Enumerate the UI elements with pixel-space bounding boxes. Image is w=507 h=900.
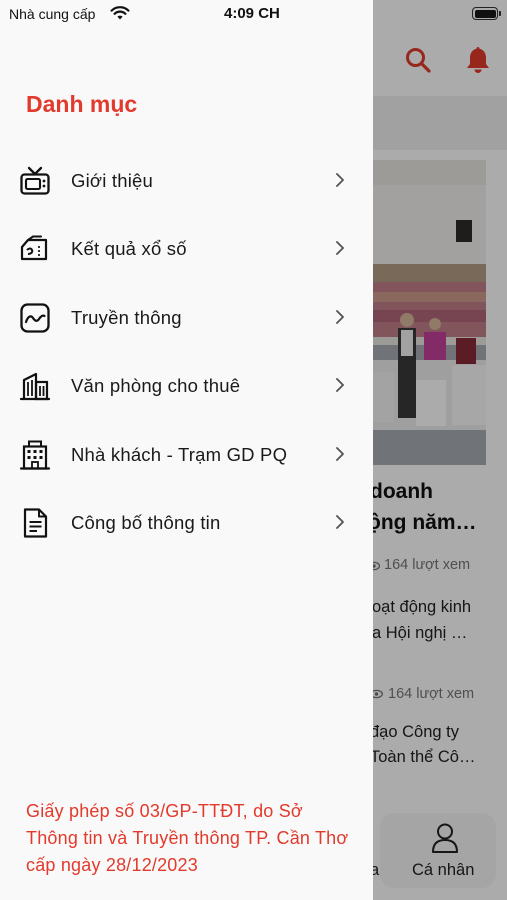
menu-item-label: Truyền thông xyxy=(71,307,182,328)
side-drawer: Danh mục Giới thiệu Kết quả xổ số Truyền… xyxy=(0,0,373,900)
menu-item-label: Kết quả xổ số xyxy=(71,238,187,259)
battery-icon xyxy=(472,7,501,20)
menu-item-nha-khach[interactable]: Nhà khách - Trạm GD PQ xyxy=(0,421,373,489)
lottery-ticket-icon xyxy=(20,235,48,261)
guesthouse-building-icon xyxy=(19,440,51,470)
chevron-right-icon xyxy=(336,515,344,529)
menu-item-truyen-thong[interactable]: Truyền thông xyxy=(0,284,373,352)
chevron-right-icon xyxy=(336,447,344,461)
carrier-label: Nhà cung cấp xyxy=(9,6,96,22)
clock: 4:09 CH xyxy=(224,5,280,22)
media-icon xyxy=(20,303,50,333)
status-bar: Nhà cung cấp 4:09 CH xyxy=(0,0,507,30)
menu-item-cong-bo-thong-tin[interactable]: Công bố thông tin xyxy=(0,489,373,557)
menu-item-label: Giới thiệu xyxy=(71,170,153,191)
menu-item-label: Văn phòng cho thuê xyxy=(71,375,241,396)
license-text: Giấy phép số 03/GP-TTĐT, do Sở Thông tin… xyxy=(26,801,349,875)
chevron-right-icon xyxy=(336,310,344,324)
menu-item-van-phong-cho-thue[interactable]: Văn phòng cho thuê xyxy=(0,352,373,420)
tv-icon xyxy=(20,166,50,195)
menu-item-gioi-thieu[interactable]: Giới thiệu xyxy=(0,147,373,215)
office-building-icon xyxy=(19,372,51,401)
document-icon xyxy=(23,508,48,538)
menu-item-label: Công bố thông tin xyxy=(71,512,221,533)
chevron-right-icon xyxy=(336,378,344,392)
menu-item-ket-qua-xo-so[interactable]: Kết quả xổ số xyxy=(0,215,373,283)
drawer-title: Danh mục xyxy=(26,91,138,117)
chevron-right-icon xyxy=(336,241,344,255)
menu-item-label: Nhà khách - Trạm GD PQ xyxy=(71,444,288,465)
chevron-right-icon xyxy=(336,173,344,187)
wifi-icon xyxy=(110,6,130,20)
